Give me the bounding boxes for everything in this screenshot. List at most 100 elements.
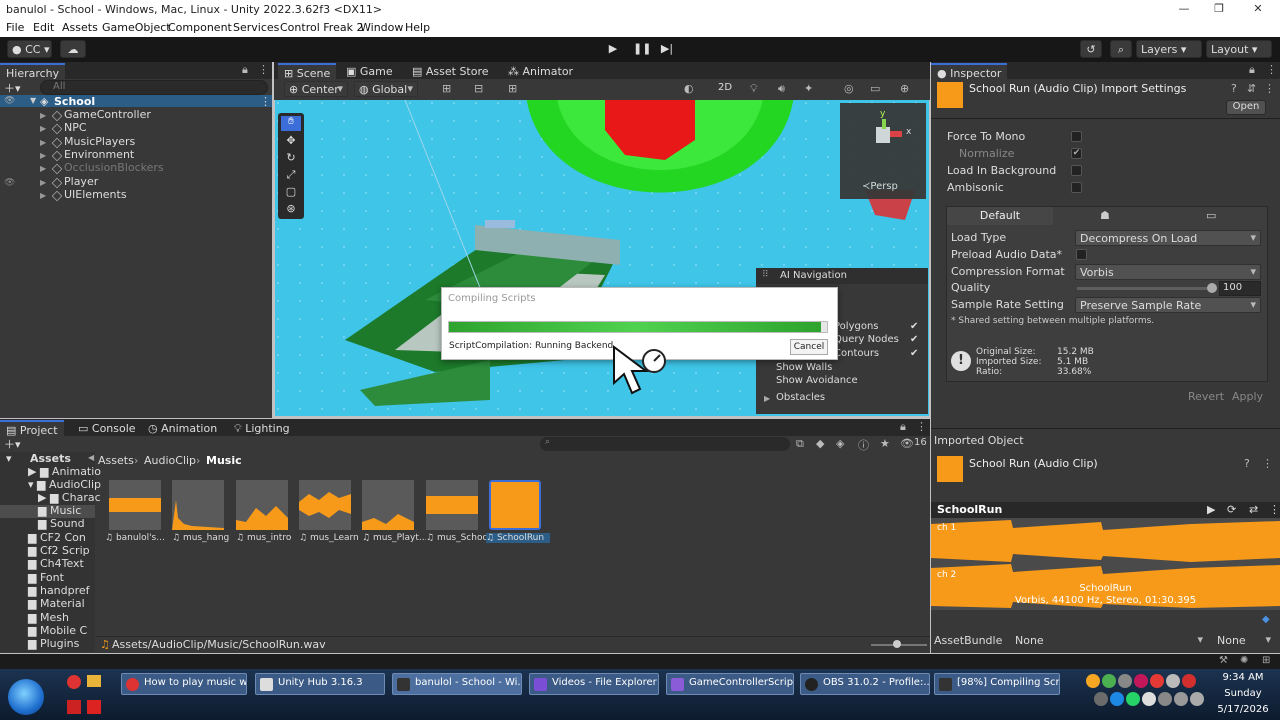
- hierarchy-search-input[interactable]: All: [40, 80, 268, 95]
- audio-thumbnail-selected[interactable]: [489, 480, 541, 530]
- account-button[interactable]: ● CC ▾: [7, 40, 52, 58]
- tag-icon[interactable]: ◆: [1262, 614, 1270, 625]
- hierarchy-item[interactable]: GameController: [64, 108, 151, 121]
- 2d-toggle[interactable]: 2D: [718, 82, 732, 93]
- layers-dropdown[interactable]: Layers ▾: [1136, 40, 1202, 58]
- project-search-input[interactable]: ⌕: [540, 437, 790, 451]
- tab-asset-store[interactable]: ▤ Asset Store: [406, 63, 495, 79]
- ai-nav-item[interactable]: Show Avoidance: [776, 375, 858, 386]
- project-add-button[interactable]: ＋▾: [4, 436, 21, 452]
- effects-icon[interactable]: ✦: [804, 82, 813, 95]
- breadcrumb-assets[interactable]: Assets: [98, 454, 134, 467]
- check-icon[interactable]: ✔: [910, 348, 918, 359]
- asset-label[interactable]: ♫ banulol's...: [105, 533, 169, 543]
- expand-arrow-icon[interactable]: ▶: [40, 138, 46, 147]
- tree-item[interactable]: ▾ ▆ AudioClip: [28, 478, 101, 491]
- scene-menu-icon[interactable]: ⋮: [260, 95, 271, 108]
- zoom-slider-thumb[interactable]: [893, 640, 901, 648]
- load-type-dropdown[interactable]: Decompress On Load: [1075, 230, 1261, 246]
- breadcrumb-music[interactable]: Music: [206, 454, 242, 467]
- hierarchy-item[interactable]: Player: [64, 175, 98, 188]
- tray-app-icon[interactable]: [1094, 692, 1108, 706]
- help-icon[interactable]: ?: [1244, 457, 1250, 470]
- tree-item[interactable]: ▆ handpref: [28, 584, 90, 597]
- tab-animator[interactable]: ⁂ Animator: [502, 63, 579, 79]
- pdf-icon[interactable]: [87, 700, 101, 714]
- audio-thumbnail[interactable]: [426, 480, 478, 530]
- ai-nav-item[interactable]: Polygons: [834, 321, 879, 332]
- gizmo-y-axis[interactable]: [882, 119, 886, 129]
- tab-scene[interactable]: ⊞ Scene: [278, 63, 337, 80]
- compression-dropdown[interactable]: Vorbis: [1075, 264, 1261, 280]
- audio-thumbnail[interactable]: [236, 480, 288, 530]
- expand-arrow-icon[interactable]: ▶: [40, 191, 46, 200]
- taskbar-item[interactable]: Videos - File Explorer: [529, 673, 659, 695]
- ai-nav-item[interactable]: Show Walls: [776, 362, 832, 373]
- ai-nav-item[interactable]: Obstacles: [776, 392, 825, 403]
- taskbar-item[interactable]: OBS 31.0.2 - Profile:...: [800, 673, 930, 695]
- audio-thumbnail[interactable]: [109, 480, 161, 530]
- gizmo-center[interactable]: [876, 127, 890, 143]
- help-icon[interactable]: ?: [1231, 82, 1237, 95]
- tray-app-icon[interactable]: [1118, 674, 1132, 688]
- collab-icon[interactable]: ✺: [1240, 655, 1248, 666]
- tray-app-icon[interactable]: [1086, 674, 1100, 688]
- revert-button[interactable]: Revert: [1188, 390, 1224, 403]
- orientation-gizmo[interactable]: y x ≺Persp: [840, 103, 926, 199]
- tree-item[interactable]: Assets: [30, 452, 71, 465]
- tab-lighting[interactable]: 💡︎ Lighting: [228, 420, 296, 436]
- hierarchy-item[interactable]: OcclusionBlockers: [64, 161, 164, 174]
- expand-icon[interactable]: ▼: [30, 96, 36, 105]
- tree-item[interactable]: ▆ Mobile C: [28, 624, 87, 637]
- check-icon[interactable]: ✔: [910, 321, 918, 332]
- scale-tool-icon[interactable]: ⤢: [281, 168, 301, 182]
- tab-inspector[interactable]: ● Inspector: [931, 63, 1008, 80]
- expand-arrow-icon[interactable]: ▶: [40, 164, 46, 173]
- info-icon[interactable]: ⓘ: [858, 437, 869, 453]
- tree-root-arrow-icon[interactable]: ▾: [6, 452, 12, 465]
- ai-nav-item[interactable]: Query Nodes: [834, 334, 899, 345]
- whatsapp-icon[interactable]: [1126, 692, 1140, 706]
- tree-item[interactable]: ▆ Music: [38, 504, 81, 517]
- render-mode-icon[interactable]: ◐: [684, 82, 694, 95]
- rect-tool-icon[interactable]: ▢: [281, 185, 301, 199]
- light-icon[interactable]: 💡︎: [750, 82, 758, 96]
- preload-checkbox[interactable]: [1076, 249, 1087, 260]
- tray-app-icon[interactable]: [1150, 674, 1164, 688]
- asset-label[interactable]: ♫ mus_School: [426, 533, 490, 543]
- increment-icon[interactable]: ⊞: [508, 82, 517, 95]
- filter-label-icon[interactable]: ◈: [836, 437, 844, 450]
- ambisonic-checkbox[interactable]: [1071, 182, 1082, 193]
- menu-control-freak[interactable]: Control Freak 2: [280, 21, 363, 34]
- quality-slider-track[interactable]: [1077, 287, 1213, 290]
- camera-icon[interactable]: ▭: [870, 82, 880, 95]
- tree-item[interactable]: ▆ Plugins: [28, 637, 79, 650]
- wps-icon[interactable]: [67, 700, 81, 714]
- audio-thumbnail[interactable]: [172, 480, 224, 530]
- tab-hierarchy[interactable]: Hierarchy: [0, 63, 66, 80]
- add-button[interactable]: ＋▾: [4, 80, 21, 96]
- tree-item[interactable]: ▆ Sound: [38, 517, 85, 530]
- expand-arrow-icon[interactable]: ▶: [40, 124, 46, 133]
- menu-dots-icon[interactable]: ⋮: [1269, 503, 1280, 516]
- taskbar-item[interactable]: banulol - School - Wi...: [392, 673, 522, 695]
- lock-icon[interactable]: 🔒︎: [242, 63, 248, 77]
- load-in-background-checkbox[interactable]: [1071, 165, 1082, 176]
- close-icon[interactable]: ✕: [1250, 2, 1266, 16]
- auto-play-icon[interactable]: ⇄: [1249, 503, 1258, 516]
- tray-app-icon[interactable]: [1134, 674, 1148, 688]
- clock-date[interactable]: 5/17/2026: [1210, 704, 1276, 715]
- file-explorer-icon[interactable]: [87, 675, 101, 687]
- asset-label[interactable]: ♫ mus_Learn: [299, 533, 363, 543]
- drag-handle-icon[interactable]: ⠿: [762, 270, 769, 280]
- tab-default-platform[interactable]: Default: [947, 207, 1053, 225]
- play-preview-icon[interactable]: ▶: [1207, 503, 1215, 516]
- menu-dots-icon[interactable]: ⋮: [1266, 63, 1277, 76]
- favorite-icon[interactable]: ★: [880, 437, 890, 450]
- asset-label[interactable]: ♫ mus_hang: [172, 533, 236, 543]
- minimize-icon[interactable]: —: [1176, 2, 1192, 16]
- hierarchy-item[interactable]: NPC: [64, 121, 87, 134]
- hierarchy-item[interactable]: Environment: [64, 148, 134, 161]
- loop-icon[interactable]: ⟳: [1227, 503, 1236, 516]
- taskbar-item[interactable]: How to play music w...: [121, 673, 247, 695]
